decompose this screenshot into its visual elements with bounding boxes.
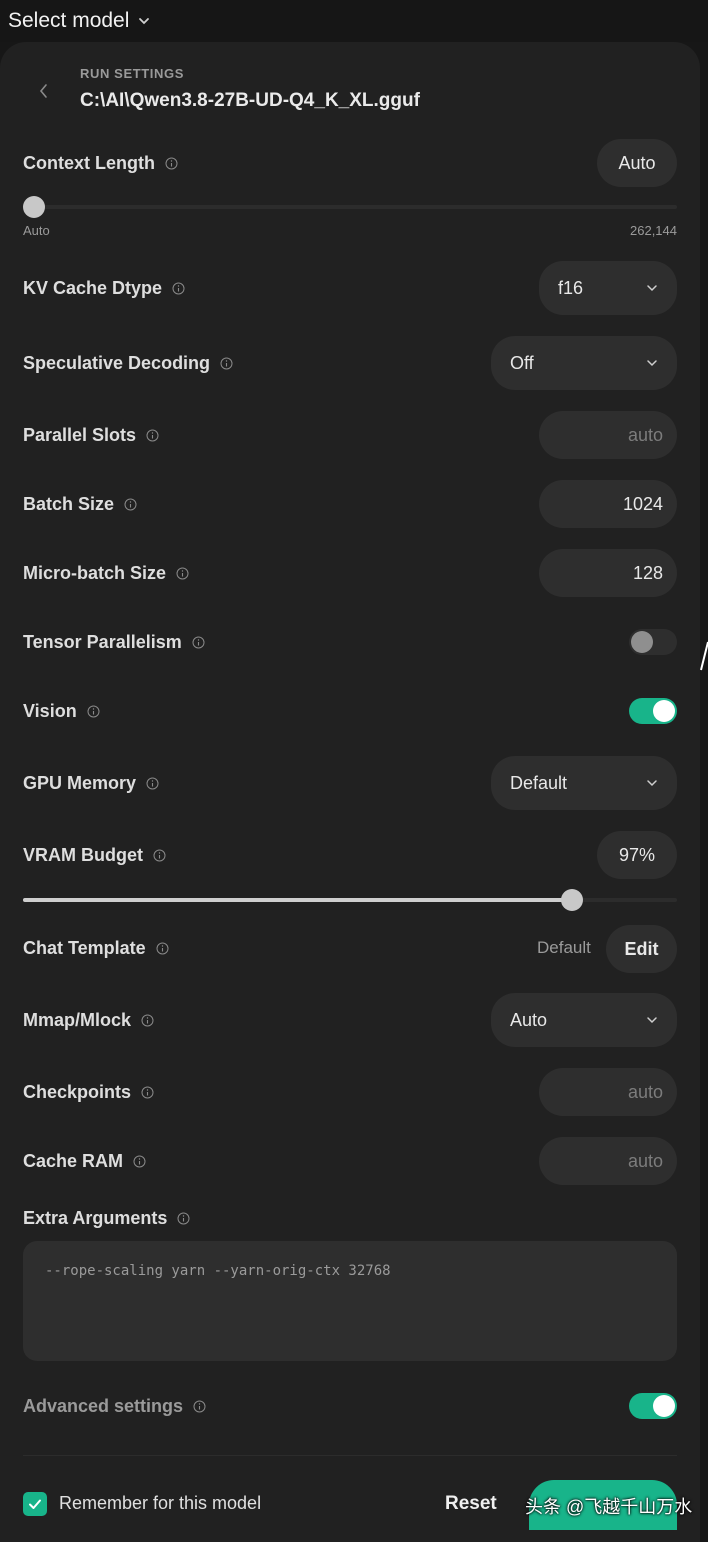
batch-size-input[interactable]: 1024 — [539, 480, 677, 528]
vision-toggle[interactable] — [629, 698, 677, 724]
vram-budget-label: VRAM Budget — [23, 844, 143, 865]
reset-button[interactable]: Reset — [445, 1493, 497, 1515]
info-icon[interactable] — [165, 157, 178, 170]
tensor-parallelism-row: Tensor Parallelism — [23, 629, 677, 655]
context-length-slider-track[interactable] — [23, 205, 677, 209]
advanced-settings-row: Advanced settings — [23, 1393, 677, 1419]
info-icon[interactable] — [193, 1400, 206, 1413]
section-label: RUN SETTINGS — [80, 66, 184, 81]
mmap-mlock-label: Mmap/Mlock — [23, 1009, 132, 1030]
select-model-title[interactable]: Select model — [8, 9, 129, 33]
cursor-edge-icon — [700, 641, 708, 671]
kv-cache-dtype-value: f16 — [558, 277, 584, 298]
extra-arguments-textarea[interactable]: --rope-scaling yarn --yarn-orig-ctx 3276… — [23, 1241, 677, 1361]
context-length-label: Context Length — [23, 152, 155, 173]
context-length-slider-thumb[interactable] — [23, 196, 45, 218]
checkpoints-label: Checkpoints — [23, 1081, 132, 1102]
info-icon[interactable] — [146, 429, 159, 442]
tensor-parallelism-label: Tensor Parallelism — [23, 631, 182, 652]
toggle-knob — [631, 631, 653, 653]
gpu-memory-select[interactable]: Default — [491, 756, 677, 810]
vision-row: Vision — [23, 698, 677, 724]
info-icon[interactable] — [176, 567, 189, 580]
cache-ram-input[interactable]: auto — [539, 1137, 677, 1185]
micro-batch-size-label: Micro-batch Size — [23, 562, 167, 583]
micro-batch-size-input[interactable]: 128 — [539, 549, 677, 597]
watermark-text: 头条 @飞越千山万水 — [525, 1497, 693, 1517]
vram-budget-row: VRAM Budget — [23, 842, 677, 868]
speculative-decoding-label: Speculative Decoding — [23, 352, 211, 373]
info-icon[interactable] — [156, 942, 169, 955]
remember-checkbox[interactable] — [23, 1492, 47, 1516]
extra-arguments-label: Extra Arguments — [23, 1207, 168, 1228]
info-icon[interactable] — [124, 498, 137, 511]
vram-budget-slider-fill — [23, 898, 573, 902]
extra-arguments-row: Extra Arguments — [23, 1205, 677, 1231]
speculative-decoding-value: Off — [510, 352, 534, 373]
remember-label[interactable]: Remember for this model — [59, 1493, 261, 1514]
tensor-parallelism-toggle[interactable] — [629, 629, 677, 655]
info-icon[interactable] — [220, 357, 233, 370]
chevron-down-icon — [645, 356, 659, 370]
speculative-decoding-select[interactable]: Off — [491, 336, 677, 390]
mmap-mlock-select[interactable]: Auto — [491, 993, 677, 1047]
parallel-slots-input[interactable]: auto — [539, 411, 677, 459]
toggle-knob — [653, 1395, 675, 1417]
chat-template-label: Chat Template — [23, 937, 146, 958]
info-icon[interactable] — [133, 1155, 146, 1168]
context-length-row: Context Length — [23, 150, 677, 176]
advanced-settings-toggle[interactable] — [629, 1393, 677, 1419]
info-icon[interactable] — [87, 705, 100, 718]
vram-budget-value[interactable]: 97% — [597, 831, 677, 879]
gpu-memory-value: Default — [510, 772, 568, 793]
top-bar: Select model — [0, 0, 708, 42]
info-icon[interactable] — [146, 777, 159, 790]
chat-template-edit-button[interactable]: Edit — [606, 925, 677, 973]
model-path: C:\AI\Qwen3.8-27B-UD-Q4_K_XL.gguf — [80, 90, 420, 111]
batch-size-label: Batch Size — [23, 493, 115, 514]
chevron-down-icon — [645, 281, 659, 295]
chevron-down-icon[interactable] — [137, 14, 151, 28]
gpu-memory-label: GPU Memory — [23, 772, 137, 793]
context-max-label: 262,144 — [630, 223, 677, 238]
vision-label: Vision — [23, 700, 77, 721]
context-length-value[interactable]: Auto — [597, 139, 677, 187]
parallel-slots-label: Parallel Slots — [23, 424, 137, 445]
chat-template-status: Default — [537, 938, 591, 957]
mmap-mlock-value: Auto — [510, 1009, 548, 1030]
info-icon[interactable] — [141, 1014, 154, 1027]
chevron-down-icon — [645, 776, 659, 790]
check-icon — [29, 1499, 41, 1509]
footer-divider — [23, 1455, 677, 1456]
kv-cache-dtype-select[interactable]: f16 — [539, 261, 677, 315]
toggle-knob — [653, 700, 675, 722]
checkpoints-input[interactable]: auto — [539, 1068, 677, 1116]
kv-cache-dtype-label: KV Cache Dtype — [23, 277, 163, 298]
info-icon[interactable] — [172, 282, 185, 295]
cache-ram-label: Cache RAM — [23, 1150, 124, 1171]
context-min-label: Auto — [23, 223, 50, 238]
info-icon[interactable] — [177, 1212, 190, 1225]
info-icon[interactable] — [141, 1086, 154, 1099]
info-icon[interactable] — [153, 849, 166, 862]
back-chevron-icon[interactable] — [36, 82, 52, 100]
chevron-down-icon — [645, 1013, 659, 1027]
advanced-settings-label: Advanced settings — [23, 1395, 184, 1416]
info-icon[interactable] — [192, 636, 205, 649]
